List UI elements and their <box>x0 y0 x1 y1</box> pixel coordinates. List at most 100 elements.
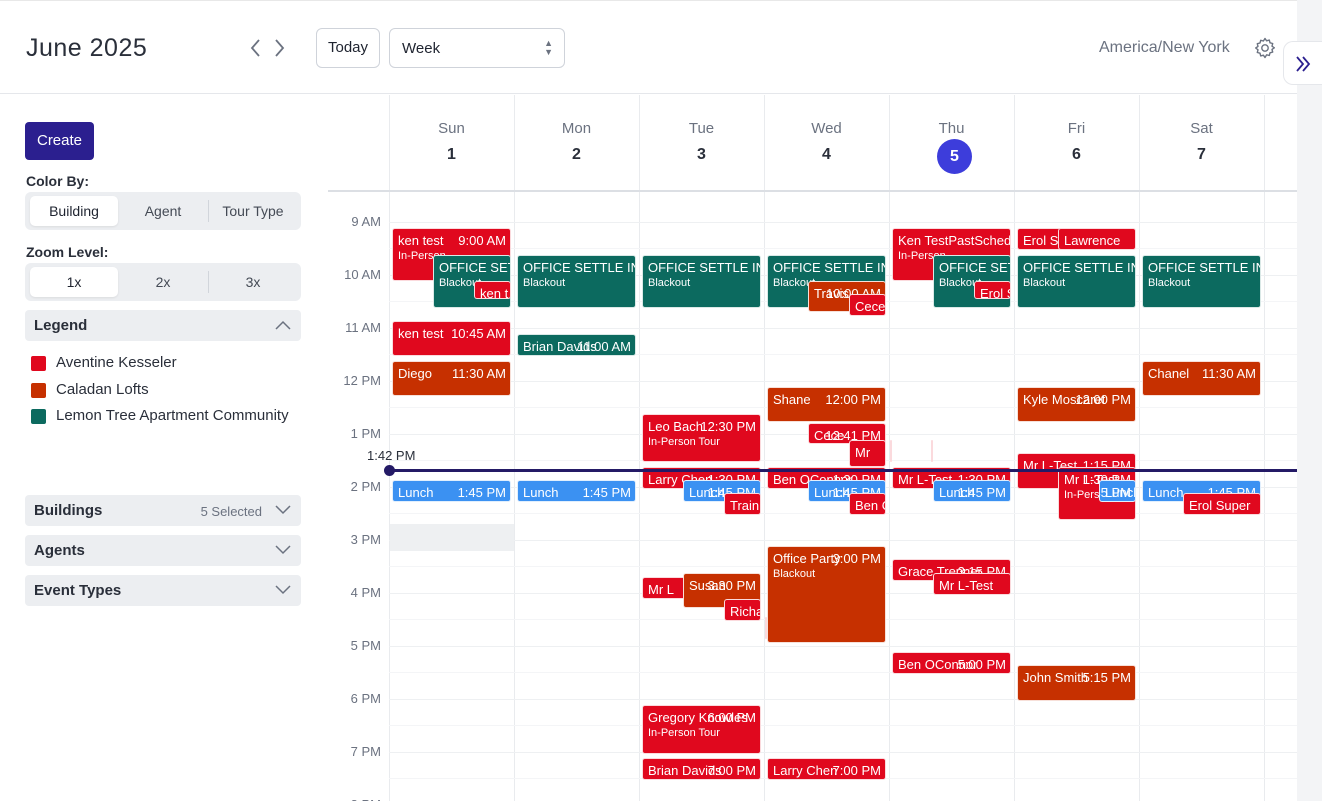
event-title: Lawrence <box>1064 233 1121 248</box>
calendar-event[interactable]: Mr L-Test <box>933 572 1011 595</box>
hour-line <box>389 328 1297 329</box>
event-time: 11:30 AM <box>1202 365 1256 381</box>
calendar-event[interactable]: Erol Super <box>1183 493 1261 516</box>
calendar-event[interactable]: Ben O <box>849 493 886 516</box>
calendar-event[interactable]: Chanel 11:30 AM <box>1142 360 1261 396</box>
day-name: Fri <box>1067 120 1086 137</box>
day-column-divider <box>1264 95 1265 801</box>
zoom-2x[interactable]: 2x <box>121 267 205 297</box>
hour-label: 8 PM <box>328 797 381 801</box>
event-title: Chanel <box>1148 365 1190 381</box>
current-time-line <box>389 469 1297 472</box>
half-hour-line <box>389 672 1297 673</box>
legend-title: Legend <box>34 317 88 334</box>
event-time: 1:45 PM <box>582 484 631 500</box>
calendar-event[interactable]: Leo Bach 12:30 PM In-Person Tour <box>642 413 761 463</box>
day-date: 6 <box>1072 146 1081 163</box>
scrollbar-track[interactable] <box>1297 0 1322 801</box>
buildings-filter[interactable]: Buildings 5 Selected <box>25 495 301 526</box>
create-button[interactable]: Create <box>25 122 94 160</box>
event-title: John Smith <box>1023 670 1089 686</box>
calendar-event[interactable]: Lunch1:45 PM <box>1099 479 1136 502</box>
day-header-sat[interactable]: Sat 7 <box>1139 95 1264 191</box>
calendar-event[interactable]: Train <box>724 493 761 516</box>
legend-swatch <box>31 409 46 424</box>
day-name: Tue <box>688 120 715 137</box>
half-hour-line <box>389 248 1297 249</box>
day-header-thu[interactable]: Thu 5 <box>889 95 1014 191</box>
event-title: Richard G <box>730 604 760 619</box>
calendar-event[interactable]: Lunch1:45 PM <box>933 479 1011 502</box>
event-time: 12:00 PM <box>825 392 881 407</box>
expand-panel-button[interactable] <box>1283 41 1322 85</box>
hour-line <box>389 540 1297 541</box>
color-by-agent[interactable]: Agent <box>121 196 205 226</box>
calendar-event[interactable]: OFFICE SETTLE INBlackout <box>517 254 636 308</box>
event-title: ken test <box>398 325 444 341</box>
day-header-mon[interactable]: Mon 2 <box>514 95 639 191</box>
today-button[interactable]: Today <box>316 28 380 68</box>
legend-item-label: Caladan Lofts <box>56 381 149 398</box>
event-subtitle: In-Person Tour <box>648 727 720 739</box>
calendar-event[interactable]: Mr <box>849 440 886 467</box>
calendar-event[interactable]: ken test 10:45 AM <box>392 320 511 357</box>
calendar-event[interactable]: Kyle Moscaret 12:00 PM <box>1017 387 1136 423</box>
zoom-level-segmented: 1x 2x 3x <box>25 263 301 301</box>
half-hour-line <box>389 513 1297 514</box>
day-column-divider <box>1014 95 1015 801</box>
calendar-event[interactable]: OFFICE SETTLE INBlackout <box>642 254 761 308</box>
calendar-event[interactable]: Brian Davids 7:00 PM <box>642 758 761 781</box>
calendar-event[interactable]: OFFICE SETTLE INBlackout <box>1017 254 1136 308</box>
event-types-filter[interactable]: Event Types <box>25 575 301 606</box>
event-title: ken test <box>398 233 444 248</box>
calendar-event[interactable]: Larry Chen 7:00 PM <box>767 758 886 781</box>
calendar-event[interactable]: Richard G <box>724 599 761 622</box>
calendar-event[interactable]: Ero <box>890 440 892 463</box>
zoom-1x[interactable]: 1x <box>30 267 118 297</box>
zoom-level-label: Zoom Level: <box>26 244 109 260</box>
zoom-3x[interactable]: 3x <box>209 267 297 297</box>
view-select[interactable]: Week ▲ ▼ <box>389 28 565 68</box>
hour-label: 11 AM <box>345 320 381 335</box>
event-title: Mr L-Test <box>939 577 994 593</box>
calendar-event[interactable]: Lunch1:45 PM <box>392 479 511 502</box>
color-by-building[interactable]: Building <box>30 196 118 226</box>
calendar-event[interactable]: Diego 11:30 AM <box>392 360 511 396</box>
today-date-badge: 5 <box>937 139 972 174</box>
calendar-event[interactable]: Erol S <box>974 281 1011 299</box>
day-date: 4 <box>822 146 831 163</box>
calendar-event[interactable]: Shane 12:00 PM <box>767 387 886 423</box>
prev-week-button[interactable] <box>248 37 264 59</box>
calendar-event[interactable]: Lawrence <box>1058 228 1136 251</box>
event-time: 11:00 AM <box>577 339 631 354</box>
day-header-wed[interactable]: Wed 4 <box>764 95 889 191</box>
calendar-event[interactable]: Mr <box>765 616 767 639</box>
agents-filter[interactable]: Agents <box>25 535 301 566</box>
calendar-event[interactable]: OFFICE SETTLE INBlackout <box>1142 254 1261 308</box>
event-subtitle: Blackout <box>523 276 566 289</box>
day-header-fri[interactable]: Fri 6 <box>1014 95 1139 191</box>
settings-button[interactable] <box>1253 36 1277 60</box>
event-title: OFFICE SETTLE IN <box>939 259 1010 275</box>
event-types-filter-label: Event Types <box>34 582 122 599</box>
calendar-event[interactable]: ken t <box>474 281 511 299</box>
calendar-event[interactable]: Office Party 3:00 PM Blackout <box>767 546 886 644</box>
calendar-event[interactable]: John Smith 5:15 PM <box>1017 665 1136 701</box>
hour-label: 5 PM <box>350 638 381 653</box>
calendar-event[interactable]: Be <box>931 440 933 463</box>
calendar-event[interactable]: Cece <box>849 294 886 317</box>
color-by-tour-type[interactable]: Tour Type <box>209 196 297 226</box>
calendar-event[interactable]: Lunch1:45 PM <box>517 479 636 502</box>
calendar-event[interactable]: Brian Davids 11:00 AM <box>517 334 636 357</box>
event-subtitle: Blackout <box>773 568 816 580</box>
hour-label: 3 PM <box>350 532 381 547</box>
calendar-event[interactable]: Gregory Knowles 6:00 PM In-Person Tour <box>642 705 761 754</box>
event-title: Erol Super <box>1189 498 1251 513</box>
calendar-event[interactable]: Ben OConnor 5:00 PM <box>892 652 1011 675</box>
legend-header[interactable]: Legend <box>25 310 301 341</box>
day-header-sun[interactable]: Sun 1 <box>389 95 514 191</box>
next-week-button[interactable] <box>271 37 287 59</box>
day-header-tue[interactable]: Tue 3 <box>639 95 764 191</box>
event-title: Lunch <box>1148 484 1184 500</box>
legend-item-label: Lemon Tree Apartment Community <box>56 407 289 424</box>
